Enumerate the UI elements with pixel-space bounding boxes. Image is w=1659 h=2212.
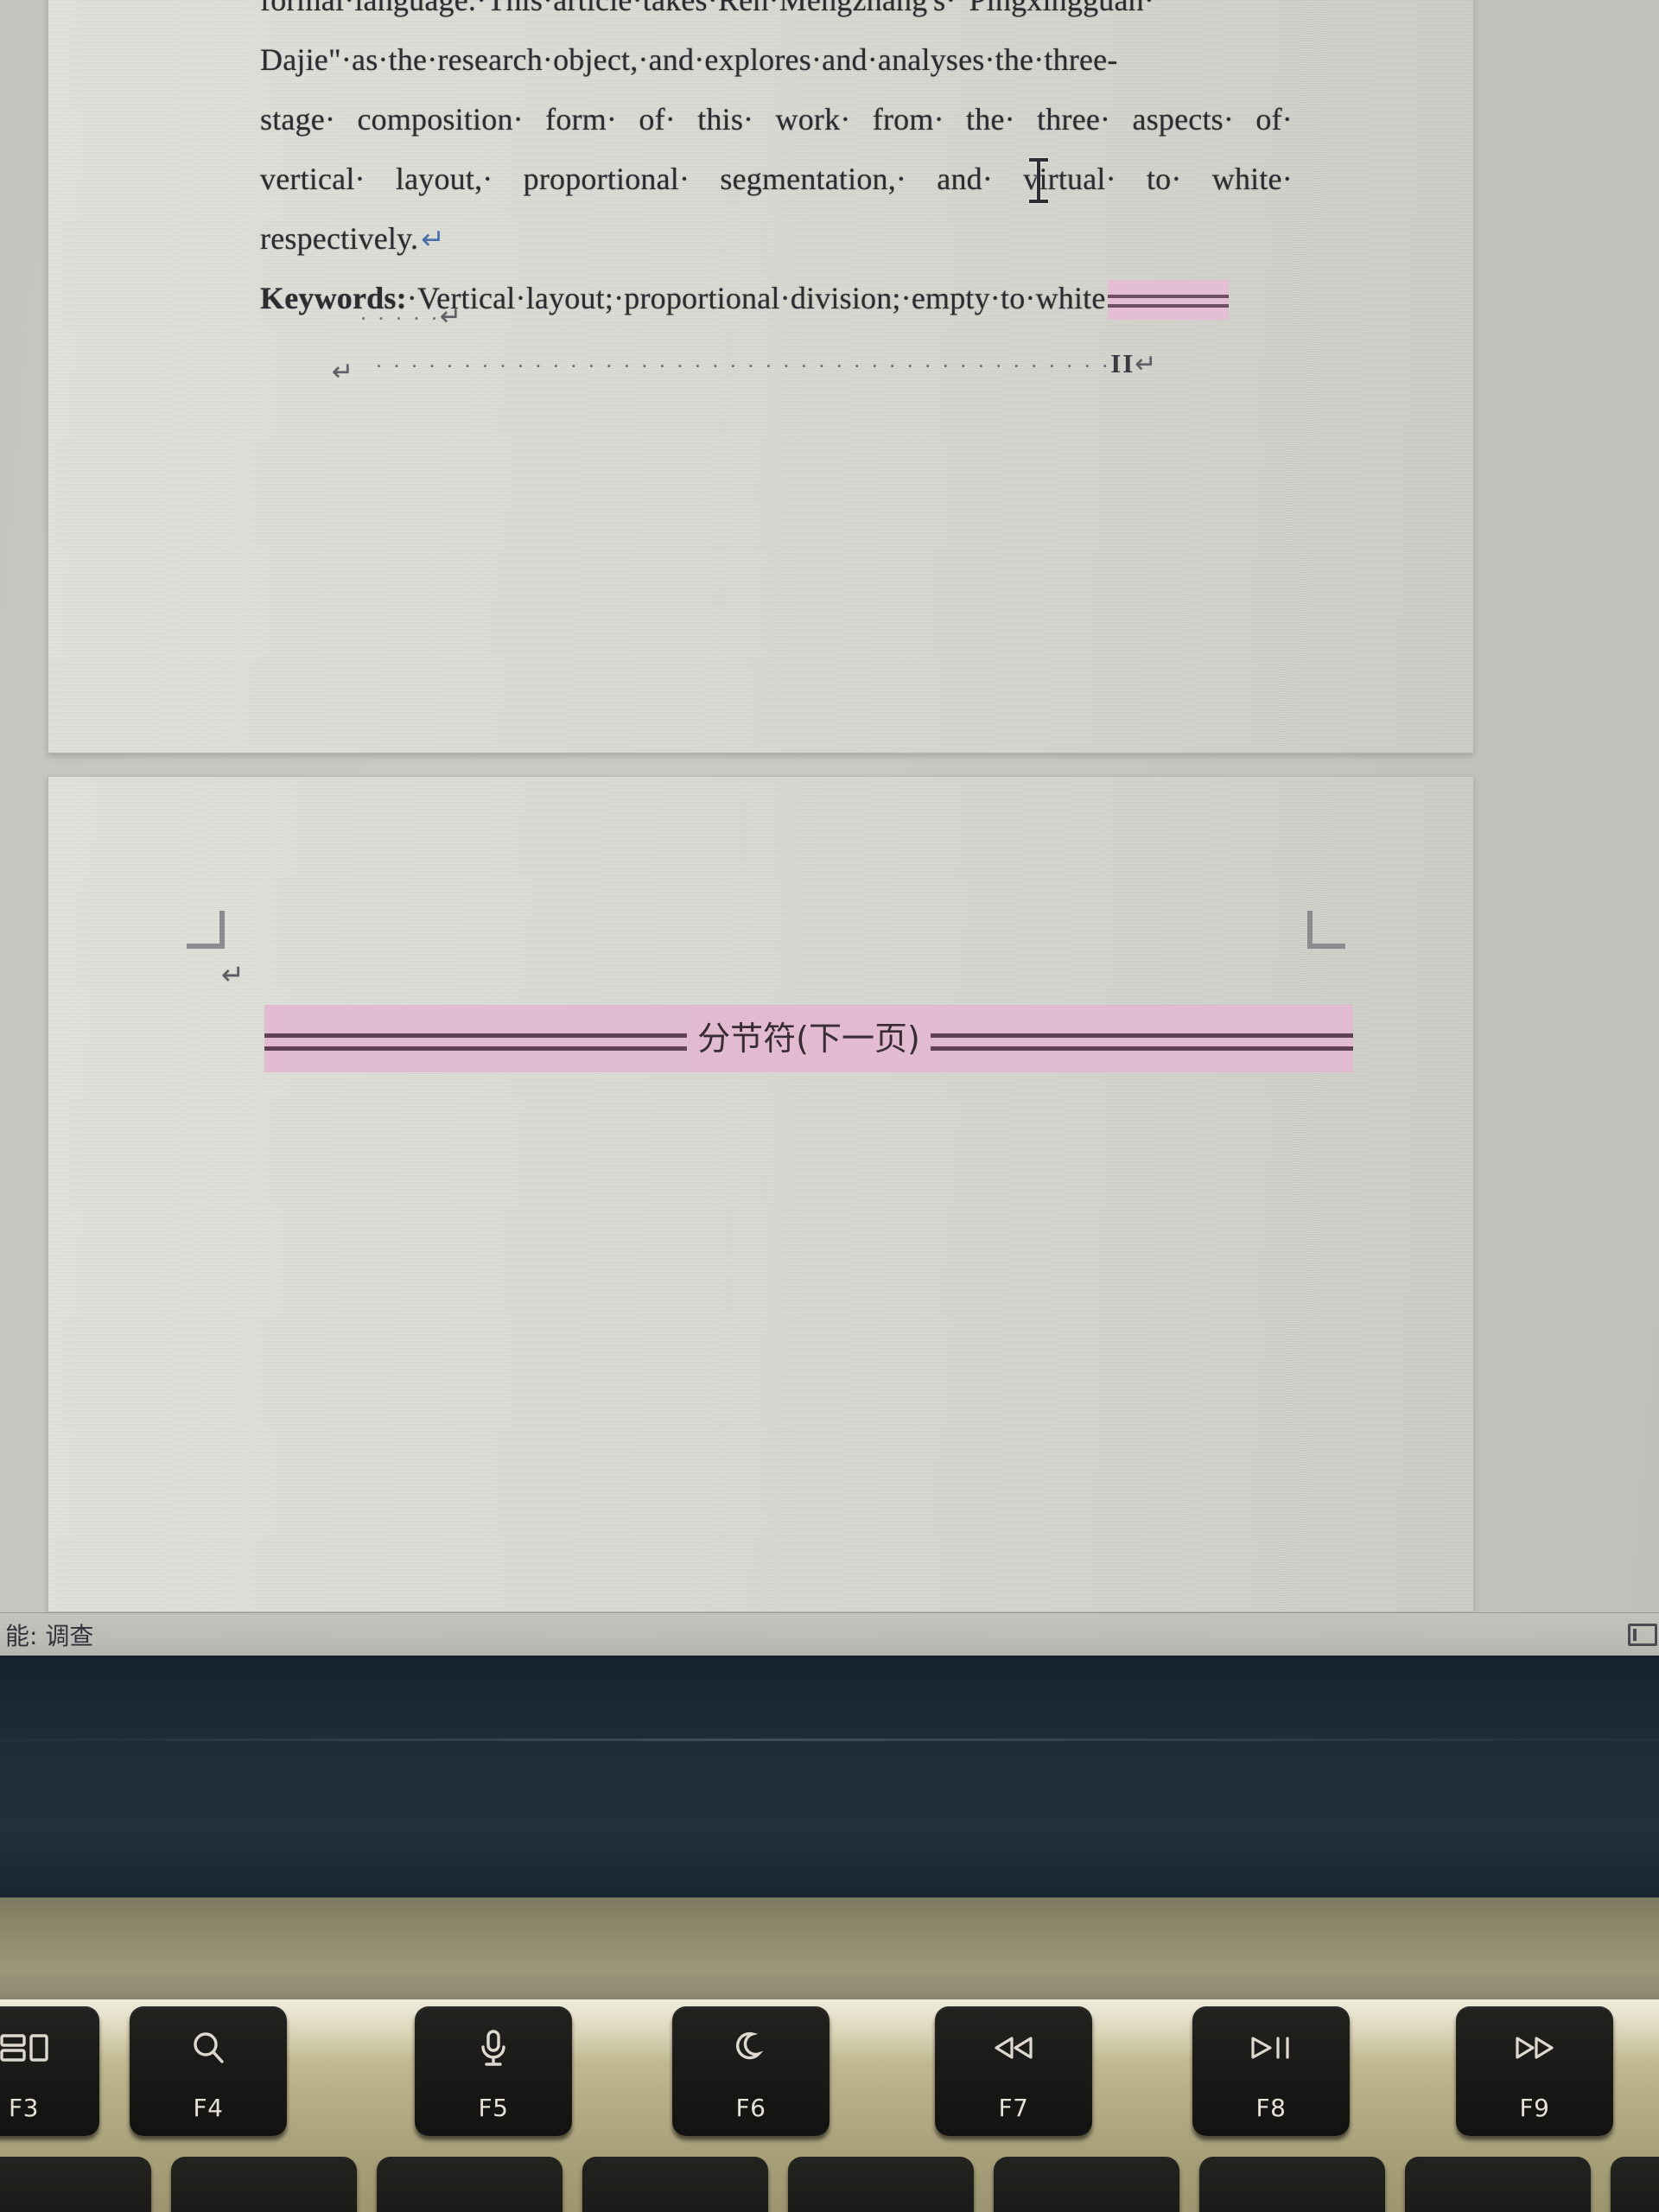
w: white· bbox=[1211, 162, 1293, 196]
space-dots: · · · · · bbox=[359, 304, 440, 330]
inline-section-break-highlight bbox=[1107, 279, 1229, 320]
w: aspects· bbox=[1132, 102, 1235, 137]
abstract-line-4: vertical· layout,· proportional· segment… bbox=[260, 149, 1293, 209]
key-f7-label: F7 bbox=[998, 2094, 1029, 2122]
abstract-line-5-text: respectively. bbox=[260, 221, 419, 256]
key-f7[interactable]: F7 bbox=[935, 2006, 1092, 2136]
play-pause-icon bbox=[1248, 2029, 1294, 2067]
microphone-icon bbox=[479, 2029, 508, 2067]
text-cursor-ibeam bbox=[1029, 158, 1048, 203]
key-f8[interactable]: F8 bbox=[1192, 2006, 1350, 2136]
w: and· bbox=[937, 162, 994, 196]
empty-short-dots: · · · · ·↵ bbox=[359, 302, 463, 332]
mission-control-icon bbox=[0, 2029, 48, 2067]
space-dots: · · · · · · · · · · · · · · · · · · · · … bbox=[375, 352, 1111, 378]
margin-corner-mark-top-right bbox=[1307, 911, 1345, 949]
page-view-icon[interactable] bbox=[1628, 1623, 1657, 1646]
stray-paragraph-mark-icon: ↵ bbox=[332, 357, 354, 387]
page-number-roman: II bbox=[1110, 348, 1135, 378]
status-bar[interactable]: 能: 调查 bbox=[0, 1612, 1659, 1656]
w: this· bbox=[697, 102, 754, 137]
w: of· bbox=[1255, 102, 1293, 137]
paragraph-mark-icon: ↵ bbox=[221, 958, 245, 991]
laptop-photo-scene: formal·language.·This·article·takes·Ren·… bbox=[0, 0, 1659, 2212]
status-view-controls[interactable] bbox=[1628, 1623, 1659, 1646]
key-row2-6[interactable] bbox=[994, 2157, 1179, 2212]
margin-corner-mark-top-left bbox=[187, 911, 225, 949]
rewind-icon bbox=[991, 2029, 1036, 2067]
w: stage· bbox=[260, 102, 336, 137]
key-row2-1[interactable] bbox=[0, 2157, 151, 2212]
key-row2-8[interactable] bbox=[1405, 2157, 1591, 2212]
w: layout,· bbox=[395, 162, 493, 196]
key-row2-5[interactable] bbox=[788, 2157, 974, 2212]
key-f4-label: F4 bbox=[193, 2094, 224, 2122]
key-row2-9[interactable] bbox=[1611, 2157, 1659, 2212]
w: composition· bbox=[357, 102, 524, 137]
document-page-2[interactable]: ↵ 分节符(下一页) bbox=[48, 776, 1474, 1612]
key-f9[interactable]: F9 bbox=[1456, 2006, 1613, 2136]
key-f4[interactable]: F4 bbox=[130, 2006, 287, 2136]
key-row2-2[interactable] bbox=[171, 2157, 357, 2212]
do-not-disturb-moon-icon bbox=[734, 2029, 768, 2067]
key-f6-label: F6 bbox=[735, 2094, 766, 2122]
empty-long-dots: · · · · · · · · · · · · · · · · · · · · … bbox=[375, 348, 1158, 379]
fast-forward-icon bbox=[1512, 2029, 1557, 2067]
w: from· bbox=[872, 102, 944, 137]
laptop-screen-bezel bbox=[0, 1656, 1659, 1897]
abstract-line-2: Dajie"·as·the·research·object,·and·explo… bbox=[260, 42, 1118, 77]
w: vertical· bbox=[260, 162, 365, 196]
key-f3-label: F3 bbox=[9, 2094, 39, 2122]
document-workspace[interactable]: formal·language.·This·article·takes·Ren·… bbox=[0, 0, 1659, 1612]
key-f6[interactable]: F6 bbox=[672, 2006, 830, 2136]
abstract-line-1: formal·language.·This·article·takes·Ren·… bbox=[260, 0, 1155, 17]
section-break-label: 分节符(下一页) bbox=[687, 1005, 931, 1072]
laptop-hinge bbox=[0, 1897, 1659, 1999]
key-row2-4[interactable] bbox=[582, 2157, 768, 2212]
abstract-line-5: respectively.↵ bbox=[260, 209, 1293, 269]
w: proportional· bbox=[523, 162, 690, 196]
paragraph-mark-icon: ↵ bbox=[439, 302, 464, 332]
key-f5-label: F5 bbox=[478, 2094, 509, 2122]
status-accessibility-text[interactable]: 能: 调查 bbox=[0, 1618, 93, 1652]
w: of· bbox=[639, 102, 676, 137]
abstract-line-3: stage· composition· form· of· this· work… bbox=[260, 90, 1293, 149]
search-icon bbox=[190, 2029, 226, 2067]
key-f8-label: F8 bbox=[1255, 2094, 1287, 2122]
paper-texture bbox=[48, 777, 1473, 1611]
section-break-next-page[interactable]: 分节符(下一页) bbox=[264, 1005, 1353, 1072]
paragraph-mark-icon: ↵ bbox=[421, 222, 446, 256]
key-row2-7[interactable] bbox=[1199, 2157, 1385, 2212]
w: the· bbox=[966, 102, 1015, 137]
abstract-paragraph[interactable]: formal·language.·This·article·takes·Ren·… bbox=[260, 0, 1293, 328]
key-f5[interactable]: F5 bbox=[415, 2006, 572, 2136]
paragraph-mark-icon: ↵ bbox=[1135, 349, 1159, 379]
w: to· bbox=[1146, 162, 1182, 196]
key-f9-label: F9 bbox=[1519, 2094, 1550, 2122]
w: segmentation,· bbox=[720, 162, 907, 196]
laptop-screen: formal·language.·This·article·takes·Ren·… bbox=[0, 0, 1659, 1656]
w: work· bbox=[775, 102, 851, 137]
keywords-value: ·Vertical·layout;·proportional·division;… bbox=[406, 281, 1106, 315]
w: three· bbox=[1037, 102, 1111, 137]
document-page-1[interactable]: formal·language.·This·article·takes·Ren·… bbox=[48, 0, 1474, 753]
w: form· bbox=[545, 102, 618, 137]
key-row2-3[interactable] bbox=[377, 2157, 563, 2212]
key-f3[interactable]: F3 bbox=[0, 2006, 99, 2136]
